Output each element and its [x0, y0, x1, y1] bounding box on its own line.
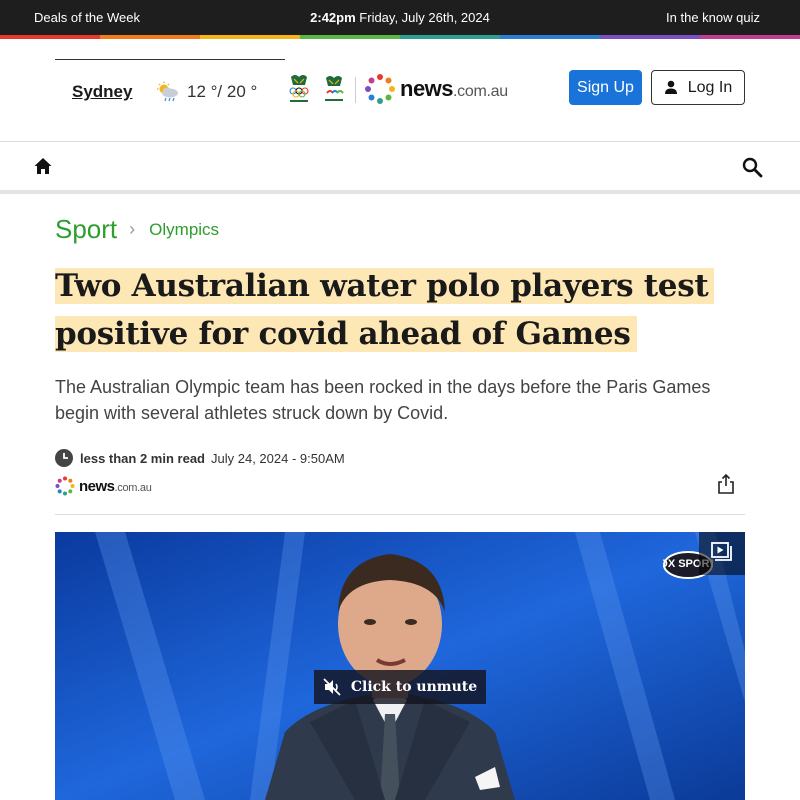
news-dots-icon [55, 476, 75, 496]
current-time: 2:42pm [310, 10, 356, 25]
playlist-icon [711, 542, 732, 561]
source-brand: news [79, 477, 115, 495]
clock-icon [55, 449, 73, 467]
header-divider [355, 77, 356, 103]
top-bar: Deals of the Week 2:42pm Friday, July 26… [0, 0, 800, 35]
temperature-range: 12 °/ 20 ° [187, 82, 258, 101]
video-player[interactable]: FOX SPORTS Click to unmute [55, 532, 745, 800]
news-dots-icon [365, 74, 395, 104]
publish-date: July 24, 2024 - 9:50AM [211, 451, 345, 466]
australian-olympic-committee-logo-icon [289, 75, 309, 102]
click-to-unmute-button[interactable]: Click to unmute [314, 670, 486, 704]
article-standfirst: The Australian Olympic team has been roc… [55, 377, 711, 423]
user-icon [664, 80, 677, 94]
in-the-know-quiz-link[interactable]: In the know quiz [666, 10, 760, 25]
header-rule [55, 59, 285, 60]
read-time: less than 2 min read [80, 451, 205, 466]
news-com-au-logo[interactable]: news.com.au [364, 73, 508, 105]
log-in-button[interactable]: Log In [651, 70, 745, 105]
source-domain: .com.au [114, 481, 152, 494]
partly-cloudy-rain-icon [157, 81, 178, 102]
location-city-link[interactable]: Sydney [72, 82, 132, 102]
current-date: Friday, July 26th, 2024 [359, 10, 490, 25]
byline-divider [55, 514, 745, 515]
headline-line-1: Two Australian water polo players test [55, 268, 715, 304]
breadcrumb: Sport › Olympics [55, 214, 219, 245]
playlist-button[interactable] [699, 532, 745, 575]
log-in-label: Log In [687, 78, 733, 96]
logo-domain: .com.au [453, 83, 508, 100]
site-header: Sydney 12 °/ 20 ° news.com.au Sign Up Lo… [0, 39, 800, 142]
article-headline: Two Australian water polo players test p… [55, 262, 755, 358]
nav-divider [0, 190, 800, 194]
sign-up-button[interactable]: Sign Up [569, 70, 642, 105]
muted-speaker-icon [323, 678, 341, 696]
chevron-right-icon: › [129, 219, 136, 239]
search-icon[interactable] [741, 156, 763, 178]
article-source-logo: news.com.au [55, 475, 152, 497]
unmute-label: Click to unmute [350, 679, 478, 695]
video-frame-presenter [55, 532, 745, 800]
home-icon[interactable] [33, 156, 53, 176]
share-icon[interactable] [717, 474, 735, 494]
paralympics-australia-logo-icon [325, 76, 344, 101]
logo-brand: news [400, 76, 454, 101]
breadcrumb-sport-link[interactable]: Sport [55, 214, 117, 245]
breadcrumb-olympics-link[interactable]: Olympics [149, 220, 219, 240]
main-nav [0, 142, 800, 190]
headline-line-2: positive for covid ahead of Games [55, 316, 637, 352]
